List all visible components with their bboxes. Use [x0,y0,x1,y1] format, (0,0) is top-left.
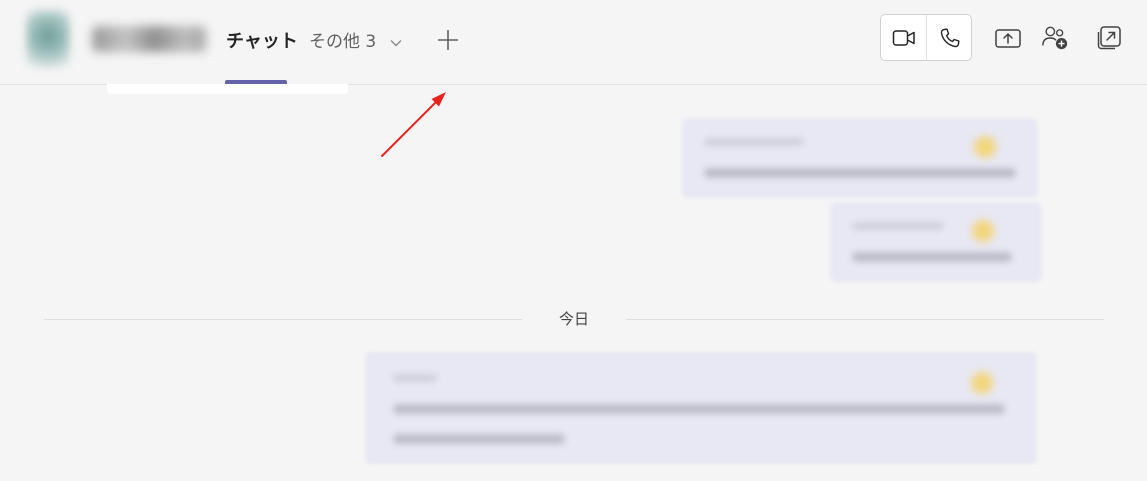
phone-icon [940,28,959,47]
divider-line [44,319,522,320]
video-call-button[interactable] [881,15,926,60]
reaction-icon [971,372,993,394]
message-meta-redacted [393,374,437,382]
tab-chat[interactable]: チャット [226,28,298,56]
message-bubble[interactable] [682,118,1038,198]
plus-icon [438,30,458,50]
reaction-icon [974,136,996,158]
message-meta-redacted [852,222,944,230]
audio-call-button[interactable] [927,15,972,60]
chat-name-redacted [92,26,206,52]
video-camera-icon [892,29,915,46]
date-divider-label: 今日 [558,310,589,328]
message-card-edge [107,84,348,94]
add-tab-button[interactable] [436,28,460,52]
message-text-redacted [852,252,1012,262]
message-bubble[interactable] [830,202,1042,282]
tab-more-label: その他 3 [309,32,377,52]
message-meta-redacted [704,138,804,146]
share-screen-button[interactable] [994,24,1022,52]
call-button-group [880,14,972,61]
avatar[interactable] [26,10,70,68]
message-text-redacted [393,434,565,444]
divider-line [626,319,1104,320]
message-text-redacted [393,404,1005,414]
date-divider: 今日 [44,305,1104,333]
pop-out-button[interactable] [1095,24,1123,52]
share-screen-icon [995,29,1021,48]
add-people-button[interactable] [1041,24,1069,52]
chevron-down-icon [390,28,402,56]
teams-chat-window: チャット その他 3 今日 [0,0,1147,481]
reaction-icon [972,220,994,242]
tab-chat-label: チャット [226,31,298,52]
message-bubble[interactable] [365,352,1037,464]
tab-more[interactable]: その他 3 [309,28,402,56]
message-text-redacted [704,168,1016,178]
annotation-arrow-icon [381,92,446,157]
add-people-icon [1042,26,1068,50]
chat-header: チャット その他 3 [0,0,1147,85]
pop-out-icon [1097,26,1121,50]
